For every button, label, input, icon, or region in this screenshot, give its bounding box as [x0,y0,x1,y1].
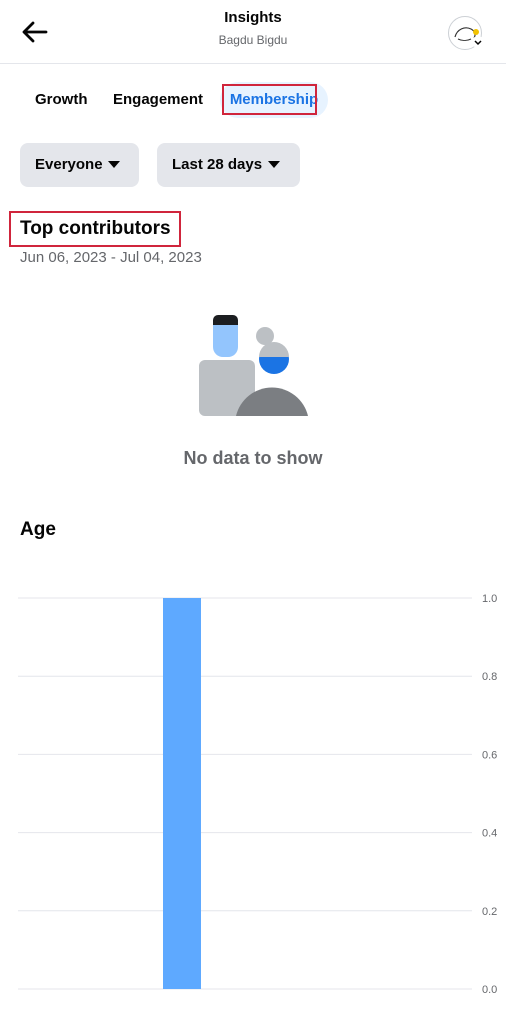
group-name: Bagdu Bigdu [218,33,288,47]
age-bar-chart: 1.0 0.8 0.6 0.4 0.2 0.0 [18,593,497,996]
chevron-down-icon[interactable] [472,36,484,48]
app-header: Insights Bagdu Bigdu [0,0,506,64]
empty-state-people-icon [199,315,308,416]
tab-membership[interactable]: Membership [220,82,328,118]
tab-growth[interactable]: Growth [20,82,88,118]
empty-state-message: No data to show [183,448,323,468]
y-tick-label: 1.0 [482,593,497,605]
audience-dropdown-label: Everyone [35,156,103,173]
y-tick-label: 0.8 [482,671,497,683]
date-range-dropdown[interactable]: Last 28 days [157,143,300,187]
caret-down-icon [268,161,280,168]
age-section-title: Age [20,519,56,540]
tab-engagement[interactable]: Engagement [98,82,208,118]
top-contributors-date-range: Jun 06, 2023 - Jul 04, 2023 [20,249,202,266]
y-tick-label: 0.6 [482,749,497,761]
audience-dropdown[interactable]: Everyone [20,143,139,187]
page-title: Insights [224,9,282,26]
caret-down-icon [108,161,120,168]
y-tick-label: 0.2 [482,906,497,918]
top-contributors-title: Top contributors [20,218,171,239]
highlight-box [222,84,317,115]
age-bar[interactable] [163,598,201,989]
y-tick-label: 0.0 [482,984,497,996]
date-range-dropdown-label: Last 28 days [172,156,263,173]
y-tick-label: 0.4 [482,828,497,840]
